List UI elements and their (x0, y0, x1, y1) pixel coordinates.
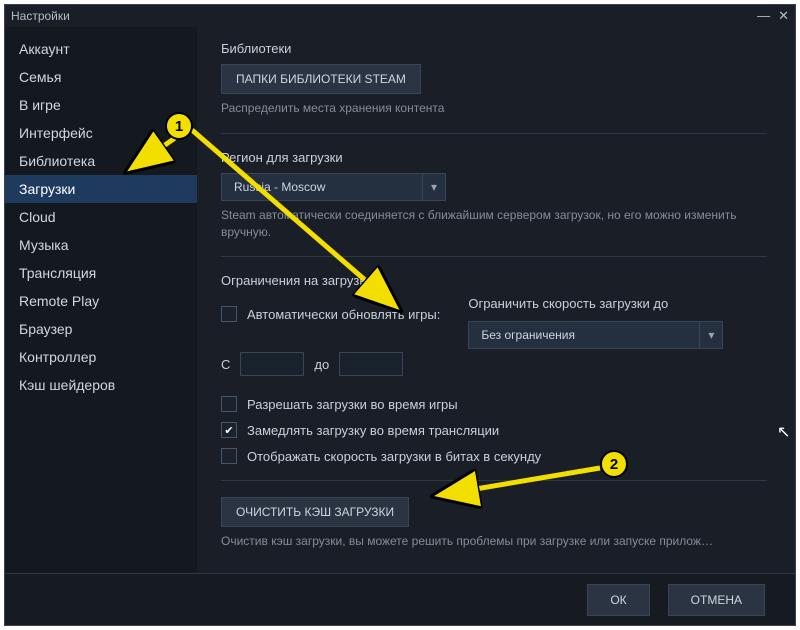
auto-update-col: Автоматически обновлять игры: С до (221, 296, 440, 386)
library-desc: Распределить места хранения контента (221, 100, 767, 117)
annotation-badge-1: 1 (165, 112, 193, 140)
auto-update-row: Автоматически обновлять игры: С до Огран… (221, 296, 767, 386)
throttle-stream-label: Замедлять загрузку во время трансляции (247, 423, 499, 438)
download-region-value: Russia - Moscow (222, 174, 422, 200)
sidebar-item-family[interactable]: Семья (5, 63, 197, 91)
sidebar-item-music[interactable]: Музыка (5, 231, 197, 259)
time-from-input[interactable] (240, 352, 304, 376)
limit-col: Ограничить скорость загрузки до Без огра… (468, 296, 723, 349)
ok-button[interactable]: ОК (587, 584, 649, 616)
sidebar-item-shadercache[interactable]: Кэш шейдеров (5, 371, 197, 399)
content-pane: Библиотеки ПАПКИ БИБЛИОТЕКИ STEAM Распре… (197, 27, 795, 573)
throttle-stream-checkbox[interactable] (221, 422, 237, 438)
cancel-button[interactable]: ОТМЕНА (668, 584, 765, 616)
bandwidth-limit-value: Без ограничения (469, 322, 699, 348)
settings-window: Настройки — ✕ Аккаунт Семья В игре Интер… (4, 4, 796, 626)
limit-label: Ограничить скорость загрузки до (468, 296, 723, 311)
sidebar-item-ingame[interactable]: В игре (5, 91, 197, 119)
sidebar-item-downloads[interactable]: Загрузки (5, 175, 197, 203)
to-label: до (314, 357, 329, 372)
sidebar-item-library[interactable]: Библиотека (5, 147, 197, 175)
dialog-body: Аккаунт Семья В игре Интерфейс Библиотек… (5, 27, 795, 573)
library-folders-button[interactable]: ПАПКИ БИБЛИОТЕКИ STEAM (221, 64, 421, 94)
allow-ingame-checkbox[interactable] (221, 396, 237, 412)
sidebar-item-cloud[interactable]: Cloud (5, 203, 197, 231)
sidebar-item-broadcast[interactable]: Трансляция (5, 259, 197, 287)
download-region-dropdown[interactable]: Russia - Moscow ▾ (221, 173, 446, 201)
sidebar-item-controller[interactable]: Контроллер (5, 343, 197, 371)
chevron-down-icon[interactable]: ▾ (699, 322, 722, 348)
dialog-footer: ОК ОТМЕНА (5, 573, 795, 625)
section-libraries-title: Библиотеки (221, 41, 767, 56)
time-to-input[interactable] (339, 352, 403, 376)
section-restrict-title: Ограничения на загрузку (221, 273, 767, 288)
section-region-title: Регион для загрузки (221, 150, 767, 165)
mouse-cursor-icon: ↖ (777, 422, 790, 442)
show-bits-label: Отображать скорость загрузки в битах в с… (247, 449, 541, 464)
minimize-icon[interactable]: — (757, 8, 770, 24)
bandwidth-limit-dropdown[interactable]: Без ограничения ▾ (468, 321, 723, 349)
show-bits-checkbox[interactable] (221, 448, 237, 464)
clear-download-cache-button[interactable]: ОЧИСТИТЬ КЭШ ЗАГРУЗКИ (221, 497, 409, 527)
window-controls: — ✕ (757, 8, 789, 24)
region-desc: Steam автоматически соединяется с ближай… (221, 207, 767, 241)
annotation-badge-2: 2 (600, 450, 628, 478)
sidebar-item-browser[interactable]: Браузер (5, 315, 197, 343)
close-icon[interactable]: ✕ (778, 8, 789, 24)
sidebar: Аккаунт Семья В игре Интерфейс Библиотек… (5, 27, 197, 573)
divider (221, 256, 767, 257)
chevron-down-icon[interactable]: ▾ (422, 174, 445, 200)
window-title: Настройки (11, 9, 70, 23)
auto-update-label: Автоматически обновлять игры: (247, 307, 440, 322)
sidebar-item-remoteplay[interactable]: Remote Play (5, 287, 197, 315)
from-label: С (221, 357, 230, 372)
allow-ingame-label: Разрешать загрузки во время игры (247, 397, 458, 412)
clear-cache-desc: Очистив кэш загрузки, вы можете решить п… (221, 533, 767, 550)
divider (221, 133, 767, 134)
auto-update-checkbox[interactable] (221, 306, 237, 322)
titlebar: Настройки — ✕ (5, 5, 795, 27)
divider (221, 480, 767, 481)
sidebar-item-account[interactable]: Аккаунт (5, 35, 197, 63)
